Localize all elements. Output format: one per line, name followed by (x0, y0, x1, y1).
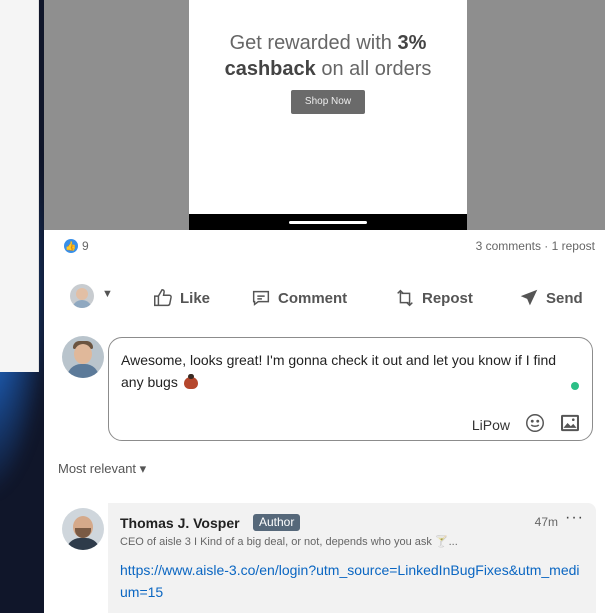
media-letterbox-right (467, 0, 605, 230)
more-options-icon[interactable]: ··· (565, 509, 584, 527)
commenter-headline: CEO of aisle 3 I Kind of a big deal, or … (120, 536, 458, 548)
send-button[interactable]: Send (518, 280, 583, 316)
ad-headline-line-2: cashback on all orders (224, 58, 432, 80)
commenter-avatar[interactable] (62, 508, 104, 550)
current-user-avatar (62, 336, 104, 378)
author-badge: Author (253, 514, 301, 531)
comment-bubble: Thomas J. Vosper Author 47m ··· CEO of a… (108, 503, 596, 613)
post-card: Get rewarded with 3% cashback on all ord… (44, 0, 605, 613)
home-indicator (289, 221, 367, 224)
social-counts: 👍 9 3 comments · 1 repost (44, 236, 605, 258)
ladybug-emoji-icon (183, 374, 198, 390)
like-button[interactable]: Like (152, 280, 210, 316)
like-reaction-icon: 👍 (64, 239, 78, 253)
comments-reposts-summary[interactable]: 3 comments · 1 repost (476, 239, 595, 253)
shop-now-button[interactable]: Shop Now (291, 90, 365, 114)
repost-button[interactable]: Repost (394, 280, 473, 316)
sort-dropdown[interactable]: Most relevant ▾ (58, 461, 146, 477)
comment-composer[interactable]: Awesome, looks great! I'm gonna check it… (108, 337, 593, 441)
comment-link[interactable]: https://www.aisle-3.co/en/login?utm_sour… (120, 559, 580, 603)
reactor-avatar[interactable] (70, 284, 94, 308)
like-label: Like (180, 289, 211, 307)
send-icon (520, 289, 538, 306)
phone-nav-bar (189, 214, 467, 230)
comment-icon (252, 290, 270, 306)
emoji-icon[interactable] (524, 412, 546, 434)
action-bar: ▼ Like Comment Repost Send (44, 280, 605, 316)
reaction-count[interactable]: 9 (82, 239, 89, 253)
chevron-down-icon[interactable]: ▼ (102, 288, 113, 300)
thumbs-up-icon (154, 289, 172, 307)
comment-label: Comment (278, 289, 348, 307)
comment-input[interactable]: Awesome, looks great! I'm gonna check it… (121, 349, 561, 393)
image-icon[interactable] (560, 414, 580, 432)
comment-timestamp: 47m (534, 515, 558, 529)
repost-label: Repost (422, 289, 473, 307)
repost-icon (397, 289, 413, 307)
post-media[interactable]: Get rewarded with 3% cashback on all ord… (44, 0, 605, 230)
comment-button[interactable]: Comment (250, 280, 347, 316)
media-letterbox-left (44, 0, 189, 230)
left-side-panel (0, 0, 39, 372)
ad-screen: Get rewarded with 3% cashback on all ord… (189, 0, 467, 230)
send-label: Send (546, 289, 583, 307)
online-status-dot (571, 382, 579, 390)
commenter-name[interactable]: Thomas J. Vosper (120, 515, 240, 531)
ad-headline-line-1: Get rewarded with 3% (229, 32, 427, 54)
lipow-suggestion[interactable]: LiPow (472, 417, 510, 433)
